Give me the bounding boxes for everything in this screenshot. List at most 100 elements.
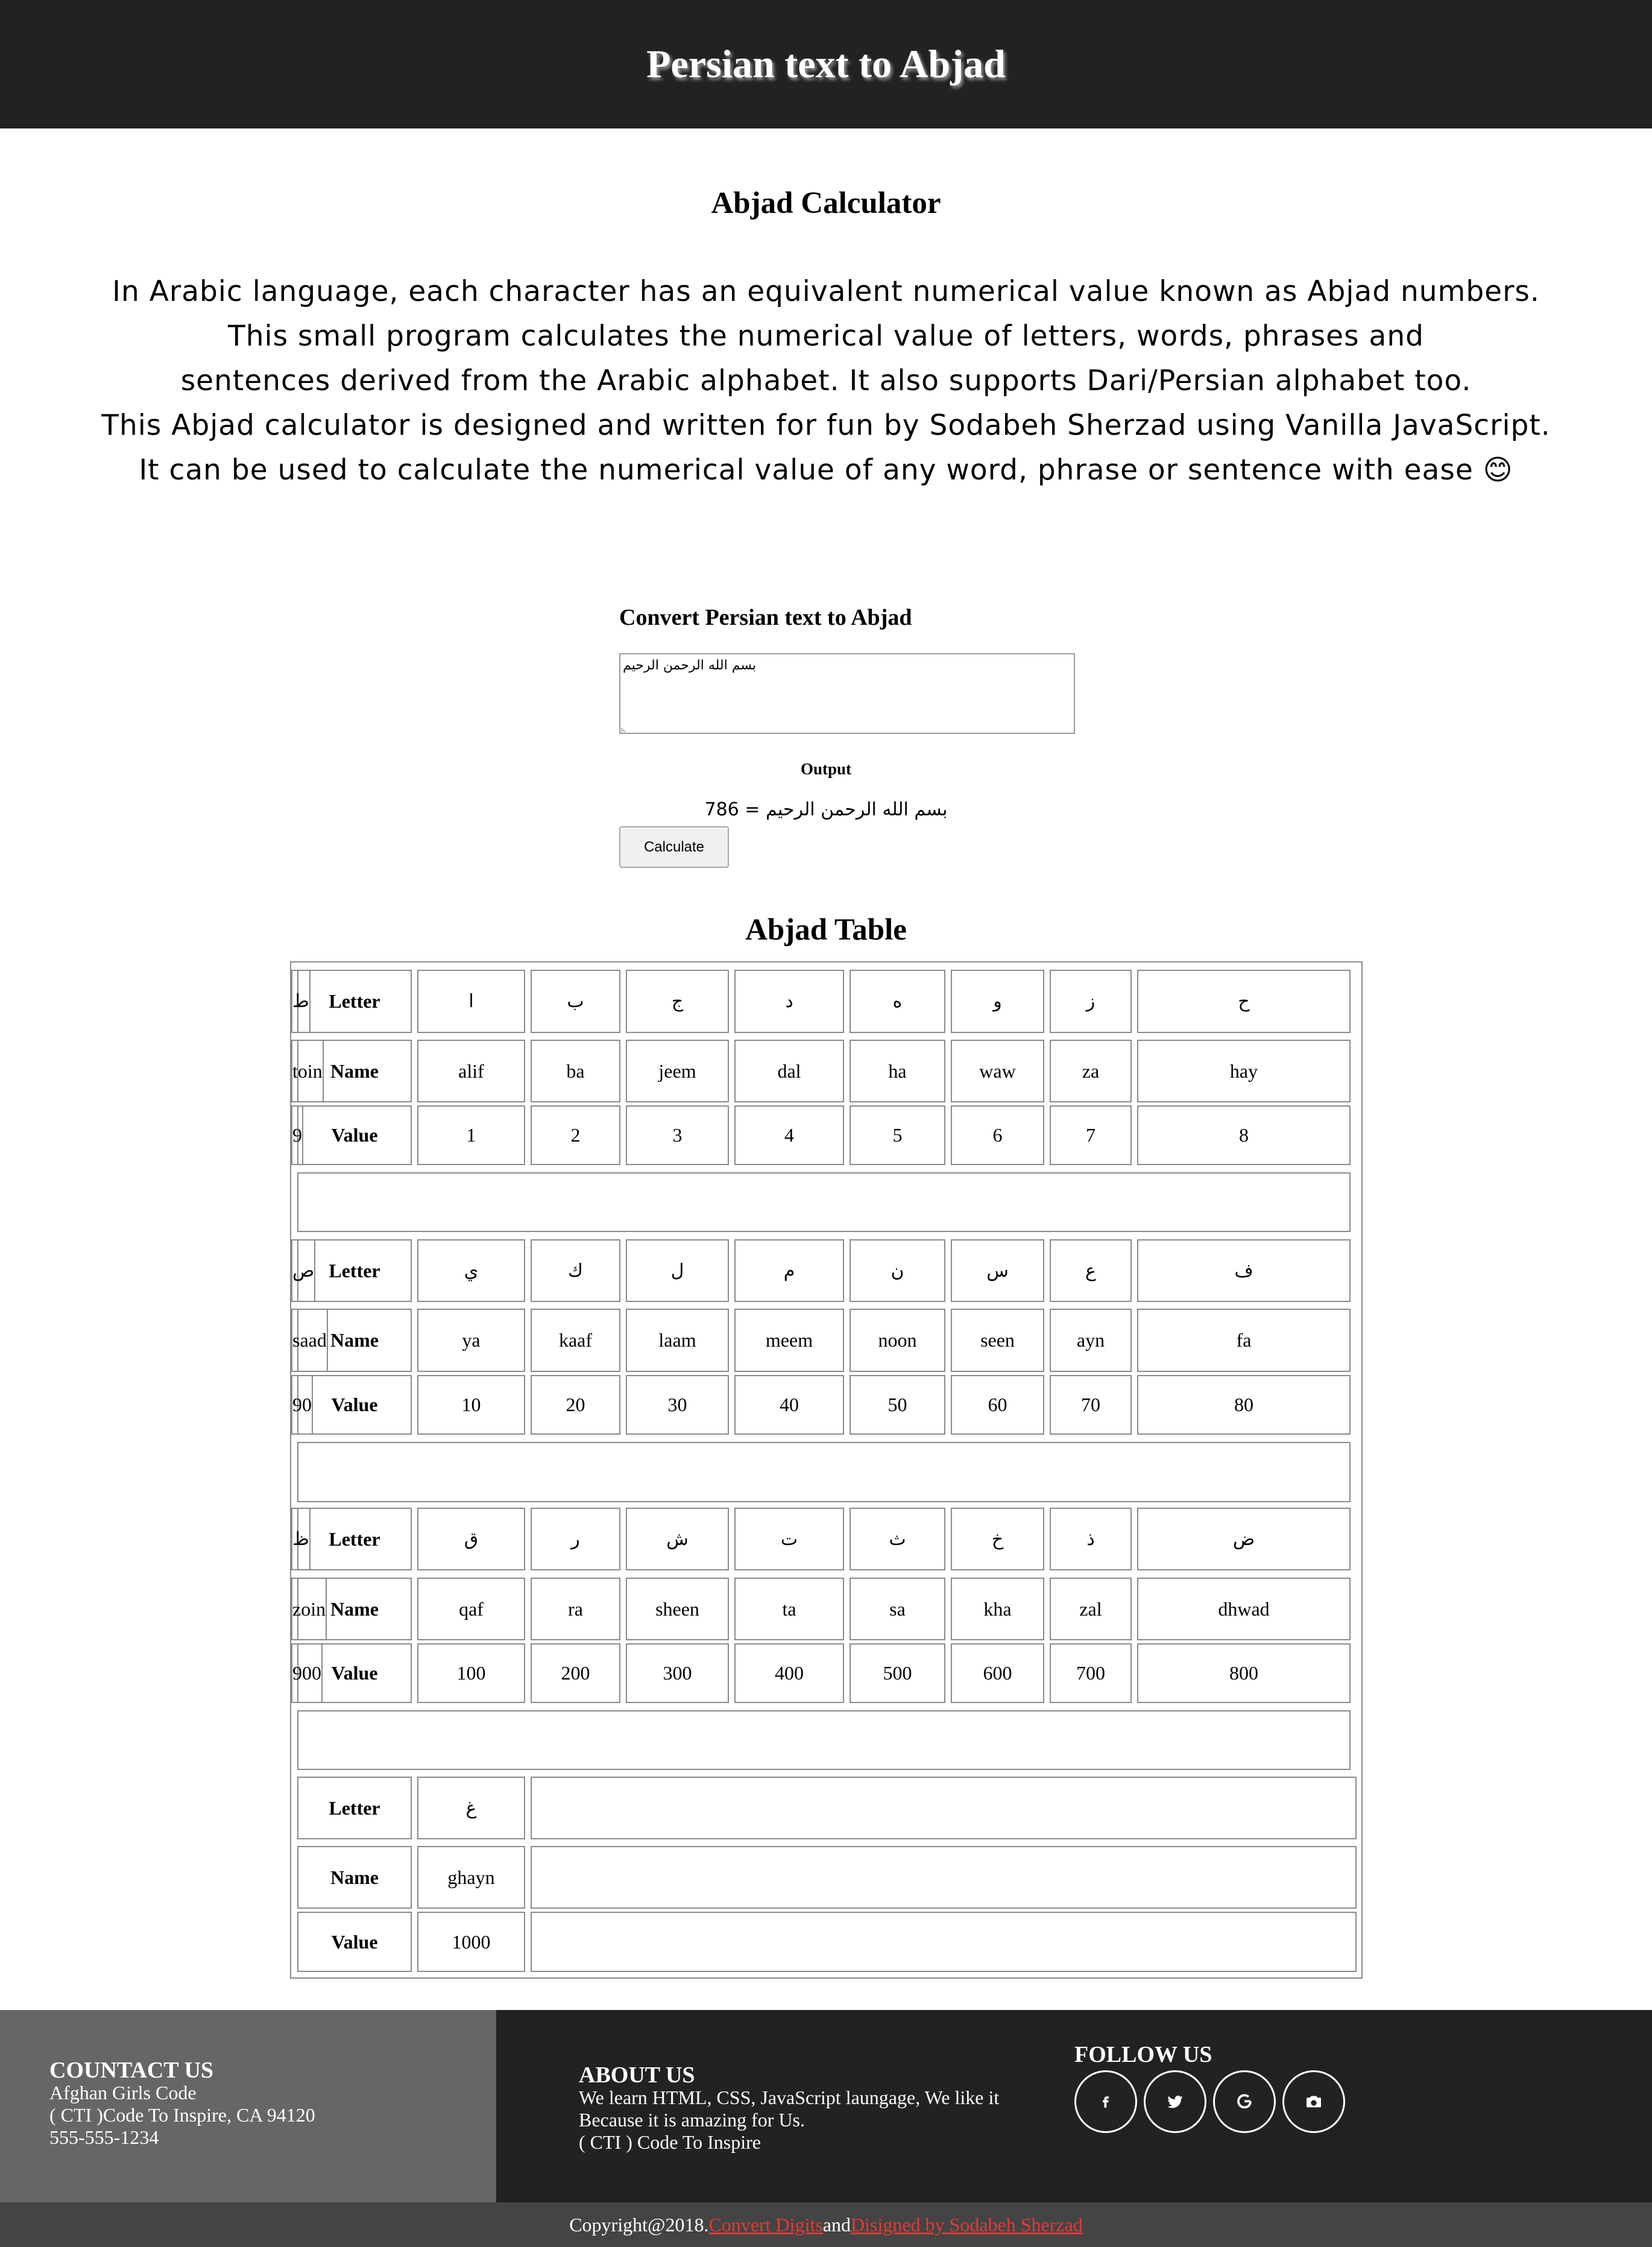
group-spacer-row (297, 1710, 1351, 1770)
abjad-name-cell: kaaf (531, 1309, 620, 1372)
abjad-name-cell: qaf (417, 1578, 525, 1640)
abjad-name-cell: ta (734, 1578, 844, 1640)
abjad-value-cell: 40 (734, 1375, 844, 1435)
abjad-table: Letter ا ب ج د ه و ز ح ط Name alif ba jeem dal ha waw za h… (290, 961, 1363, 1979)
abjad-letter-cell: ر (531, 1508, 620, 1570)
copyright-and: and (822, 2213, 851, 2236)
abjad-letter-cell: ع (1050, 1239, 1132, 1302)
row-label-value: Value (297, 1912, 412, 1972)
abjad-value-cell: 700 (1050, 1643, 1132, 1703)
abjad-letter-cell: ذ (1050, 1508, 1132, 1570)
copyright-bar: Copyright@2018. Convert Digits and Disigned… (0, 2202, 1652, 2247)
about-line: ( CTI ) Code To Inspire (579, 2131, 761, 2153)
abjad-value-cell: 70 (1050, 1375, 1132, 1435)
footer-main: ABOUT US We learn HTML, CSS, JavaScript … (496, 2010, 1652, 2202)
abjad-value-cell: 1000 (417, 1912, 525, 1972)
contact-line: ( CTI )Code To Inspire, CA 94120 (49, 2104, 315, 2126)
abjad-letter-cell: ش (626, 1508, 729, 1570)
abjad-value-cell: 3 (626, 1105, 729, 1165)
abjad-value-cell: 300 (626, 1643, 729, 1703)
row-label-letter: Letter (297, 970, 412, 1033)
row-label-value: Value (297, 1375, 412, 1435)
abjad-name-cell: dhwad (1137, 1578, 1351, 1640)
abjad-name-cell: toin (291, 1040, 324, 1102)
abjad-letter-cell: ث (850, 1508, 945, 1570)
abjad-name-cell: kha (951, 1578, 1044, 1640)
abjad-name-cell: ba (531, 1040, 620, 1102)
abjad-name-cell: meem (734, 1309, 844, 1372)
abjad-value-cell: 6 (951, 1105, 1044, 1165)
abjad-name-cell: ayn (1050, 1309, 1132, 1372)
facebook-icon[interactable] (1074, 2070, 1137, 2133)
abjad-value-cell: 30 (626, 1375, 729, 1435)
abjad-letter-cell: ز (1050, 970, 1132, 1033)
converter-label: Convert Persian text to Abjad (619, 605, 912, 630)
about-line: We learn HTML, CSS, JavaScript laungage,… (579, 2087, 1000, 2108)
persian-text-input[interactable]: بسم الله الرحمن الرحيم (619, 653, 1075, 734)
abjad-letter-cell: و (951, 970, 1044, 1033)
google-icon[interactable] (1213, 2070, 1276, 2133)
abjad-letter-cell: خ (951, 1508, 1044, 1570)
abjad-value-cell: 2 (531, 1105, 620, 1165)
abjad-letter-cell: ظ (291, 1508, 311, 1570)
abjad-value-cell: 9 (291, 1105, 303, 1165)
designer-link[interactable]: Disigned by Sodabeh Sherzad (851, 2214, 1083, 2236)
abjad-value-cell: 8 (1137, 1105, 1351, 1165)
empty-filler-cell (531, 1912, 1357, 1972)
row-label-value: Value (297, 1105, 412, 1165)
empty-filler-cell (531, 1846, 1357, 1909)
abjad-name-cell: saad (291, 1309, 328, 1372)
abjad-value-cell: 500 (850, 1643, 945, 1703)
calculate-button[interactable]: Calculate (619, 826, 729, 868)
abjad-letter-cell: ح (1137, 970, 1351, 1033)
row-label-letter: Letter (297, 1508, 412, 1570)
camera-icon[interactable] (1282, 2070, 1345, 2133)
about-line: Because it is amazing for Us. (579, 2109, 805, 2131)
abjad-letter-cell: غ (417, 1777, 525, 1839)
abjad-letter-cell: ط (291, 970, 311, 1033)
abjad-name-cell: laam (626, 1309, 729, 1372)
copyright-prefix: Copyright@2018. (569, 2213, 709, 2236)
abjad-letter-cell: ن (850, 1239, 945, 1302)
contact-line: Afghan Girls Code (49, 2082, 197, 2103)
follow-heading: FOLLOW US (1074, 2042, 1212, 2067)
abjad-value-cell: 600 (951, 1643, 1044, 1703)
row-label-letter: Letter (297, 1777, 412, 1839)
abjad-table-title: Abjad Table (745, 913, 907, 947)
abjad-value-cell: 10 (417, 1375, 525, 1435)
abjad-value-cell: 800 (1137, 1643, 1351, 1703)
abjad-value-cell: 200 (531, 1643, 620, 1703)
abjad-name-cell: zal (1050, 1578, 1132, 1640)
abjad-letter-cell: ي (417, 1239, 525, 1302)
abjad-name-cell: hay (1137, 1040, 1351, 1102)
convert-digits-link[interactable]: Convert Digits (708, 2214, 822, 2236)
abjad-name-cell: jeem (626, 1040, 729, 1102)
abjad-name-cell: zoin (291, 1578, 327, 1640)
abjad-name-cell: ghayn (417, 1846, 525, 1909)
abjad-letter-cell: ج (626, 970, 729, 1033)
abjad-name-cell: za (1050, 1040, 1132, 1102)
abjad-letter-cell: ل (626, 1239, 729, 1302)
abjad-value-cell: 900 (291, 1643, 323, 1703)
abjad-value-cell: 4 (734, 1105, 844, 1165)
group-spacer-row (297, 1442, 1351, 1502)
abjad-name-cell: sheen (626, 1578, 729, 1640)
contact-phone: 555-555-1234 (49, 2126, 159, 2148)
abjad-name-cell: dal (734, 1040, 844, 1102)
group-spacer-row (297, 1172, 1351, 1232)
abjad-value-cell: 50 (850, 1375, 945, 1435)
abjad-letter-cell: ك (531, 1239, 620, 1302)
abjad-letter-cell: س (951, 1239, 1044, 1302)
empty-filler-cell (531, 1777, 1357, 1839)
abjad-letter-cell: ت (734, 1508, 844, 1570)
abjad-name-cell: noon (850, 1309, 945, 1372)
twitter-icon[interactable] (1144, 2070, 1206, 2133)
abjad-value-cell: 5 (850, 1105, 945, 1165)
abjad-value-cell: 1 (417, 1105, 525, 1165)
footer-contact: COUNTACT US Afghan Girls Code ( CTI )Cod… (0, 2010, 496, 2202)
abjad-value-cell: 7 (1050, 1105, 1132, 1165)
abjad-letter-cell: ض (1137, 1508, 1351, 1570)
abjad-letter-cell: د (734, 970, 844, 1033)
row-label-name: Name (297, 1846, 412, 1909)
about-heading: ABOUT US (579, 2062, 695, 2088)
